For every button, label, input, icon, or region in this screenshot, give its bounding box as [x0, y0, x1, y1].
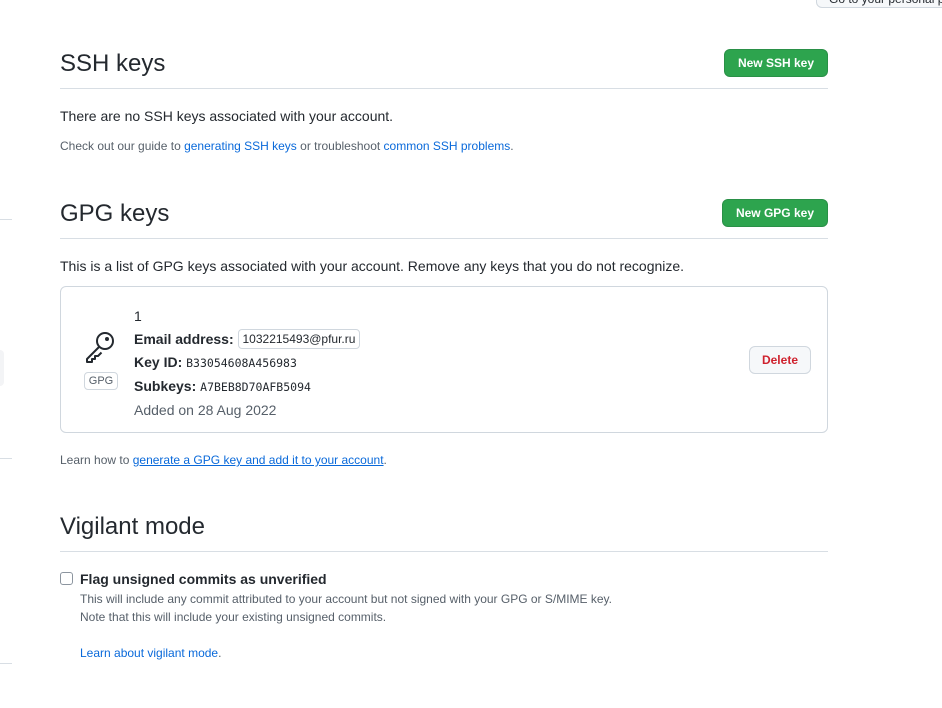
new-gpg-key-button[interactable]: New GPG key: [721, 199, 828, 227]
new-ssh-key-button[interactable]: New SSH key: [723, 49, 828, 77]
ssh-guide-middle: or troubleshoot: [296, 139, 384, 153]
key-icon: [83, 332, 119, 369]
gpg-learn-text: Learn how to generate a GPG key and add …: [60, 451, 387, 469]
ssh-guide-prefix: Check out our guide to: [60, 139, 185, 153]
vigilant-note-2: Note that this will include your existin…: [80, 610, 387, 624]
gpg-key-name: 1: [134, 308, 142, 324]
vigilant-learn-suffix: .: [218, 646, 222, 660]
gpg-key-id-row: Key ID: B33054608A456983: [134, 351, 360, 375]
gpg-learn-prefix: Learn how to: [60, 453, 133, 467]
settings-page: Go to your personal profile SSH keys New…: [0, 0, 942, 708]
subkeys-value: A7BEB8D70AFB5094: [200, 380, 311, 394]
flag-unsigned-label[interactable]: Flag unsigned commits as unverified: [80, 569, 327, 589]
sidebar-divider: [0, 458, 12, 459]
email-chip: 1032215493@pfur.ru: [237, 329, 361, 349]
profile-button[interactable]: Go to your personal profile: [816, 0, 942, 8]
ssh-guide-suffix: .: [510, 139, 514, 153]
gpg-key-icon-wrap: GPG: [83, 329, 119, 390]
vigilant-note-1: This will include any commit attributed …: [80, 592, 613, 606]
gpg-email-row: Email address: 1032215493@pfur.ru: [134, 328, 361, 351]
gpg-keys-title: GPG keys: [60, 200, 170, 227]
vigilant-learn-text: Learn about vigilant mode.: [80, 644, 221, 662]
gpg-key-item: GPG 1 Email address: 1032215493@pfur.ru …: [60, 286, 828, 433]
ssh-keys-header: SSH keys New SSH key: [60, 48, 828, 89]
flag-unsigned-checkbox[interactable]: [60, 572, 73, 585]
subkeys-label: Subkeys:: [134, 378, 197, 394]
vigilant-mode-section: Vigilant mode: [60, 511, 828, 552]
gpg-badge: GPG: [83, 372, 119, 390]
ssh-keys-title: SSH keys: [60, 50, 166, 77]
gpg-keys-section: GPG keys New GPG key: [60, 198, 828, 239]
ssh-empty-text: There are no SSH keys associated with yo…: [60, 108, 394, 124]
gpg-learn-suffix: .: [383, 453, 387, 467]
gpg-intro-text: This is a list of GPG keys associated wi…: [60, 258, 685, 274]
generating-ssh-keys-link[interactable]: generating SSH keys: [184, 139, 297, 153]
gpg-keys-header: GPG keys New GPG key: [60, 198, 828, 239]
sidebar-item[interactable]: [0, 350, 4, 386]
generate-gpg-key-link[interactable]: generate a GPG key and add it to your ac…: [133, 453, 384, 467]
gpg-key-details: 1 Email address: 1032215493@pfur.ru Key …: [134, 305, 361, 422]
gpg-subkeys-row: Subkeys: A7BEB8D70AFB5094: [134, 375, 360, 399]
sidebar-divider: [0, 663, 12, 664]
gpg-added-date: Added on 28 Aug 2022: [134, 402, 277, 418]
sidebar-divider: [0, 219, 12, 220]
learn-vigilant-mode-link[interactable]: Learn about vigilant mode: [80, 646, 218, 660]
key-id-label: Key ID:: [134, 354, 183, 370]
vigilant-mode-title: Vigilant mode: [60, 513, 205, 540]
email-label: Email address:: [134, 331, 234, 347]
vigilant-mode-header: Vigilant mode: [60, 511, 828, 552]
key-id-value: B33054608A456983: [186, 356, 297, 370]
ssh-guide-text: Check out our guide to generating SSH ke…: [60, 137, 514, 155]
common-ssh-problems-link[interactable]: common SSH problems: [384, 139, 511, 153]
delete-gpg-key-button[interactable]: Delete: [748, 346, 811, 374]
ssh-keys-section: SSH keys New SSH key: [60, 48, 828, 89]
